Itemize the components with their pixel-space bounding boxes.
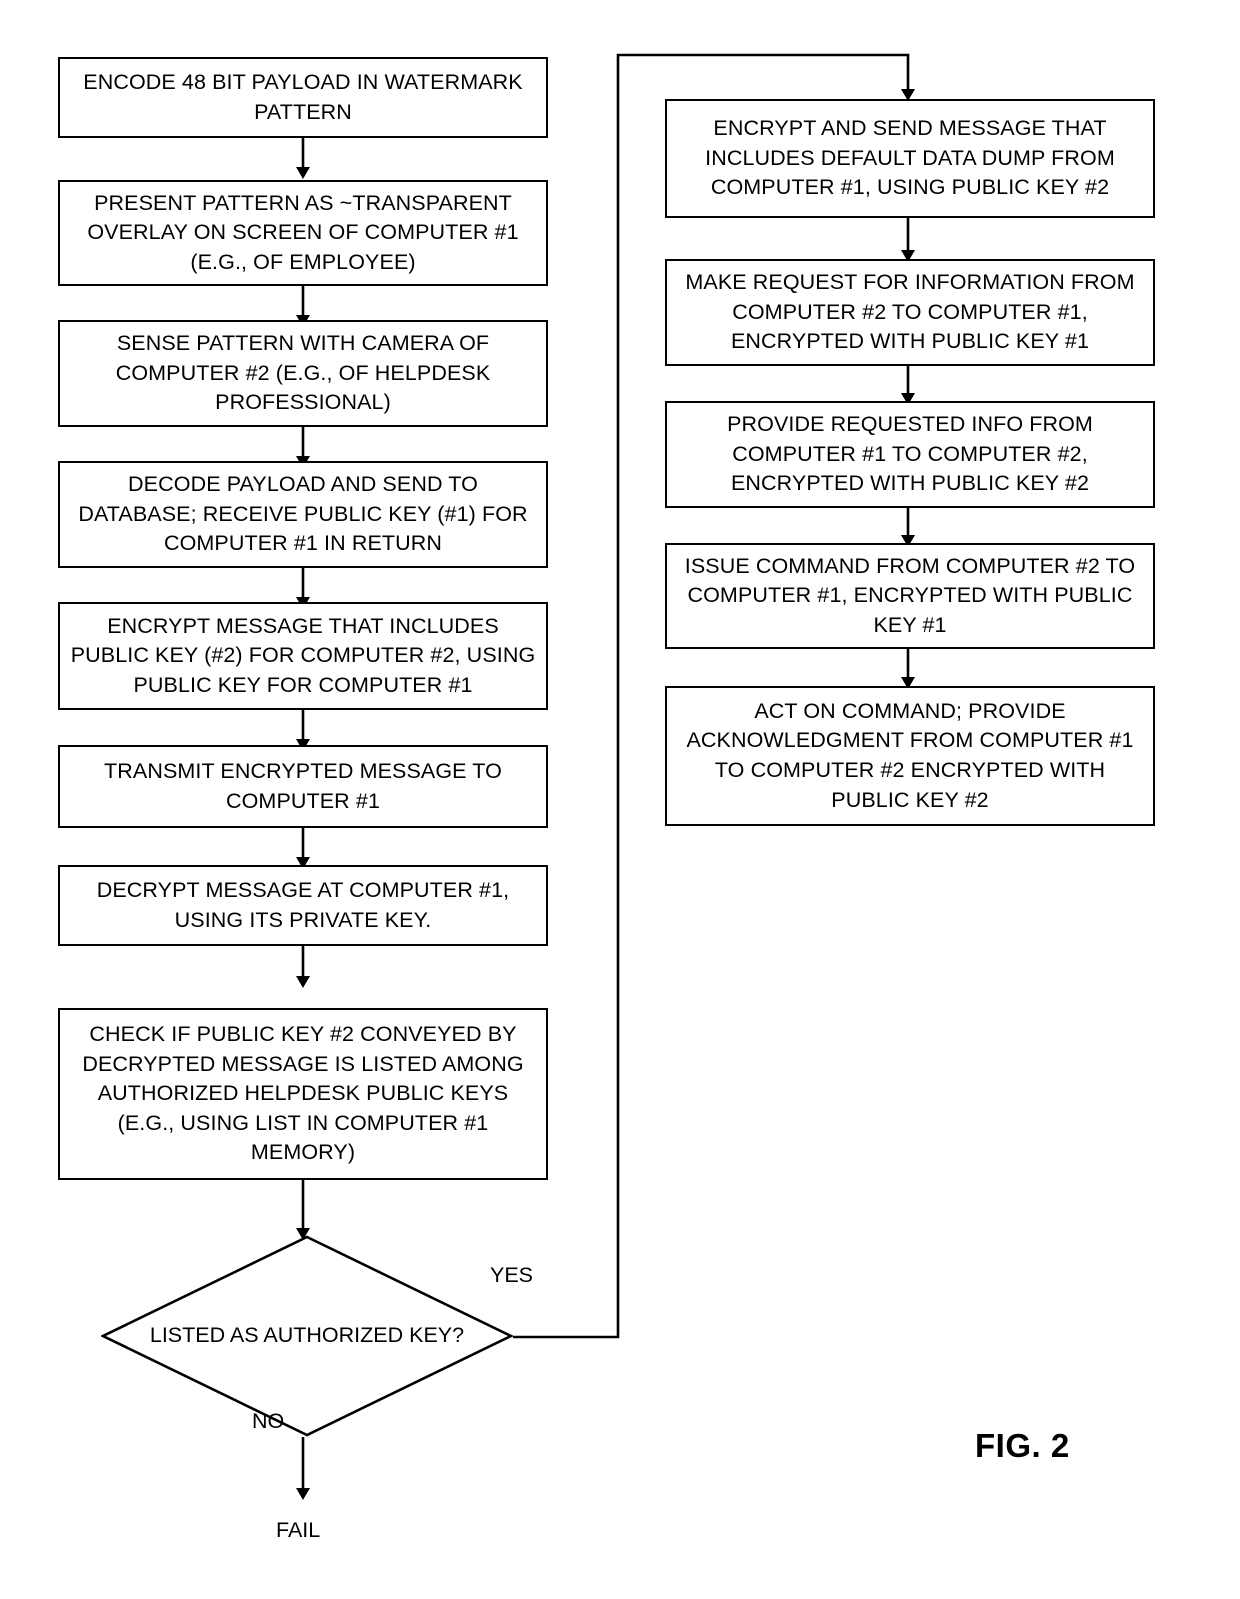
process-sense-pattern-label: SENSE PATTERN WITH CAMERA OF COMPUTER #2… [115,331,491,415]
process-encrypt-send-datadump[interactable]: ENCRYPT AND SEND MESSAGE THAT INCLUDES D… [665,99,1155,218]
figure-label: FIG. 2 [975,1427,1070,1464]
decision-no-label: NO [252,1409,285,1433]
process-check-key-label: CHECK IF PUBLIC KEY #2 CONVEYED BY DECRY… [82,1021,524,1165]
process-encrypt-send-datadump-label: ENCRYPT AND SEND MESSAGE THAT INCLUDES D… [705,116,1115,200]
process-provide-info[interactable]: PROVIDE REQUESTED INFO FROM COMPUTER #1 … [665,401,1155,508]
process-transmit-message-label: TRANSMIT ENCRYPTED MESSAGE TO COMPUTER #… [104,758,502,813]
process-decode-payload-label: DECODE PAYLOAD AND SEND TO DATABASE; REC… [78,472,528,556]
decision-listed-as-authorized-key[interactable]: LISTED AS AUTHORIZED KEY? [101,1235,513,1437]
decision-yes-label: YES [490,1263,534,1287]
figure-canvas: ENCODE 48 BIT PAYLOAD IN WATERMARK PATTE… [0,0,1240,1599]
process-issue-command-label: ISSUE COMMAND FROM COMPUTER #2 TO COMPUT… [684,553,1136,637]
process-act-on-command-label: ACT ON COMMAND; PROVIDE ACKNOWLEDGMENT F… [686,698,1134,812]
process-encode-payload-label: ENCODE 48 BIT PAYLOAD IN WATERMARK PATTE… [83,69,523,124]
process-present-pattern-label: PRESENT PATTERN AS ~TRANSPARENT OVERLAY … [87,190,519,274]
process-sense-pattern[interactable]: SENSE PATTERN WITH CAMERA OF COMPUTER #2… [58,320,548,427]
process-encrypt-message-label: ENCRYPT MESSAGE THAT INCLUDES PUBLIC KEY… [70,613,536,697]
process-encode-payload[interactable]: ENCODE 48 BIT PAYLOAD IN WATERMARK PATTE… [58,57,548,138]
process-transmit-message[interactable]: TRANSMIT ENCRYPTED MESSAGE TO COMPUTER #… [58,745,548,828]
decision-label: LISTED AS AUTHORIZED KEY? [149,1323,465,1348]
process-check-key[interactable]: CHECK IF PUBLIC KEY #2 CONVEYED BY DECRY… [58,1008,548,1180]
process-make-request-label: MAKE REQUEST FOR INFORMATION FROM COMPUT… [685,270,1135,354]
process-decrypt-message[interactable]: DECRYPT MESSAGE AT COMPUTER #1, USING IT… [58,865,548,946]
process-act-on-command[interactable]: ACT ON COMMAND; PROVIDE ACKNOWLEDGMENT F… [665,686,1155,826]
process-present-pattern[interactable]: PRESENT PATTERN AS ~TRANSPARENT OVERLAY … [58,180,548,286]
process-make-request[interactable]: MAKE REQUEST FOR INFORMATION FROM COMPUT… [665,259,1155,366]
terminal-fail: FAIL [276,1518,321,1542]
process-decrypt-message-label: DECRYPT MESSAGE AT COMPUTER #1, USING IT… [96,877,510,932]
process-encrypt-message[interactable]: ENCRYPT MESSAGE THAT INCLUDES PUBLIC KEY… [58,602,548,710]
process-decode-payload[interactable]: DECODE PAYLOAD AND SEND TO DATABASE; REC… [58,461,548,568]
process-provide-info-label: PROVIDE REQUESTED INFO FROM COMPUTER #1 … [727,412,1093,496]
process-issue-command[interactable]: ISSUE COMMAND FROM COMPUTER #2 TO COMPUT… [665,543,1155,649]
